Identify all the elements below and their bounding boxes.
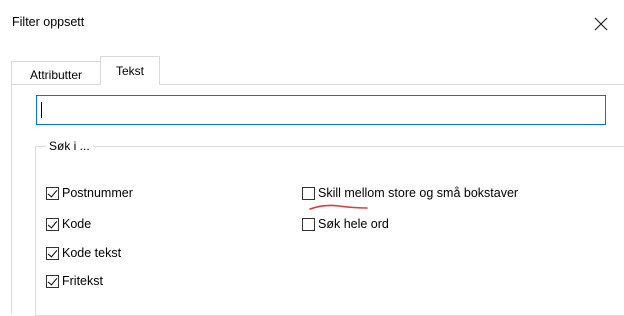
text-caret [41, 102, 42, 118]
tab-tekst[interactable]: Tekst [100, 56, 160, 85]
checkbox-unchecked[interactable] [302, 217, 315, 231]
dialog-title: Filter oppsett [12, 15, 85, 29]
close-icon [594, 17, 608, 31]
tab-attributter[interactable]: Attributter [11, 61, 101, 84]
tab-label: Tekst [115, 64, 144, 78]
search-in-group [35, 146, 624, 316]
checkbox-checked[interactable] [46, 274, 59, 288]
checkbox-checked[interactable] [46, 217, 59, 231]
checkbox-label: Kode [62, 217, 92, 231]
tab-label: Attributter [29, 68, 83, 82]
checkbox-label: Skill mellom store og små bokstaver [318, 186, 519, 200]
checkbox-unchecked[interactable] [302, 186, 315, 200]
checkbox-label: Kode tekst [62, 246, 122, 260]
checkbox-whole-word[interactable]: Søk hele ord [302, 217, 389, 231]
checkbox-fritekst[interactable]: Fritekst [46, 274, 103, 288]
checkbox-case-sensitive[interactable]: Skill mellom store og små bokstaver [302, 186, 518, 200]
tab-strip: Attributter Tekst [0, 56, 624, 85]
red-underline-annotation [309, 204, 368, 210]
checkbox-postnummer[interactable]: Postnummer [46, 186, 133, 200]
search-input[interactable] [36, 95, 606, 125]
checkbox-label: Søk hele ord [318, 217, 389, 231]
checkbox-checked[interactable] [46, 186, 59, 200]
checkbox-checked[interactable] [46, 246, 59, 260]
checkbox-label: Postnummer [62, 186, 133, 200]
checkbox-kode-tekst[interactable]: Kode tekst [46, 246, 121, 260]
group-legend: Søk i ... [46, 139, 93, 153]
checkbox-kode[interactable]: Kode [46, 217, 91, 231]
checkbox-label: Fritekst [62, 274, 103, 288]
close-button[interactable] [578, 0, 624, 48]
